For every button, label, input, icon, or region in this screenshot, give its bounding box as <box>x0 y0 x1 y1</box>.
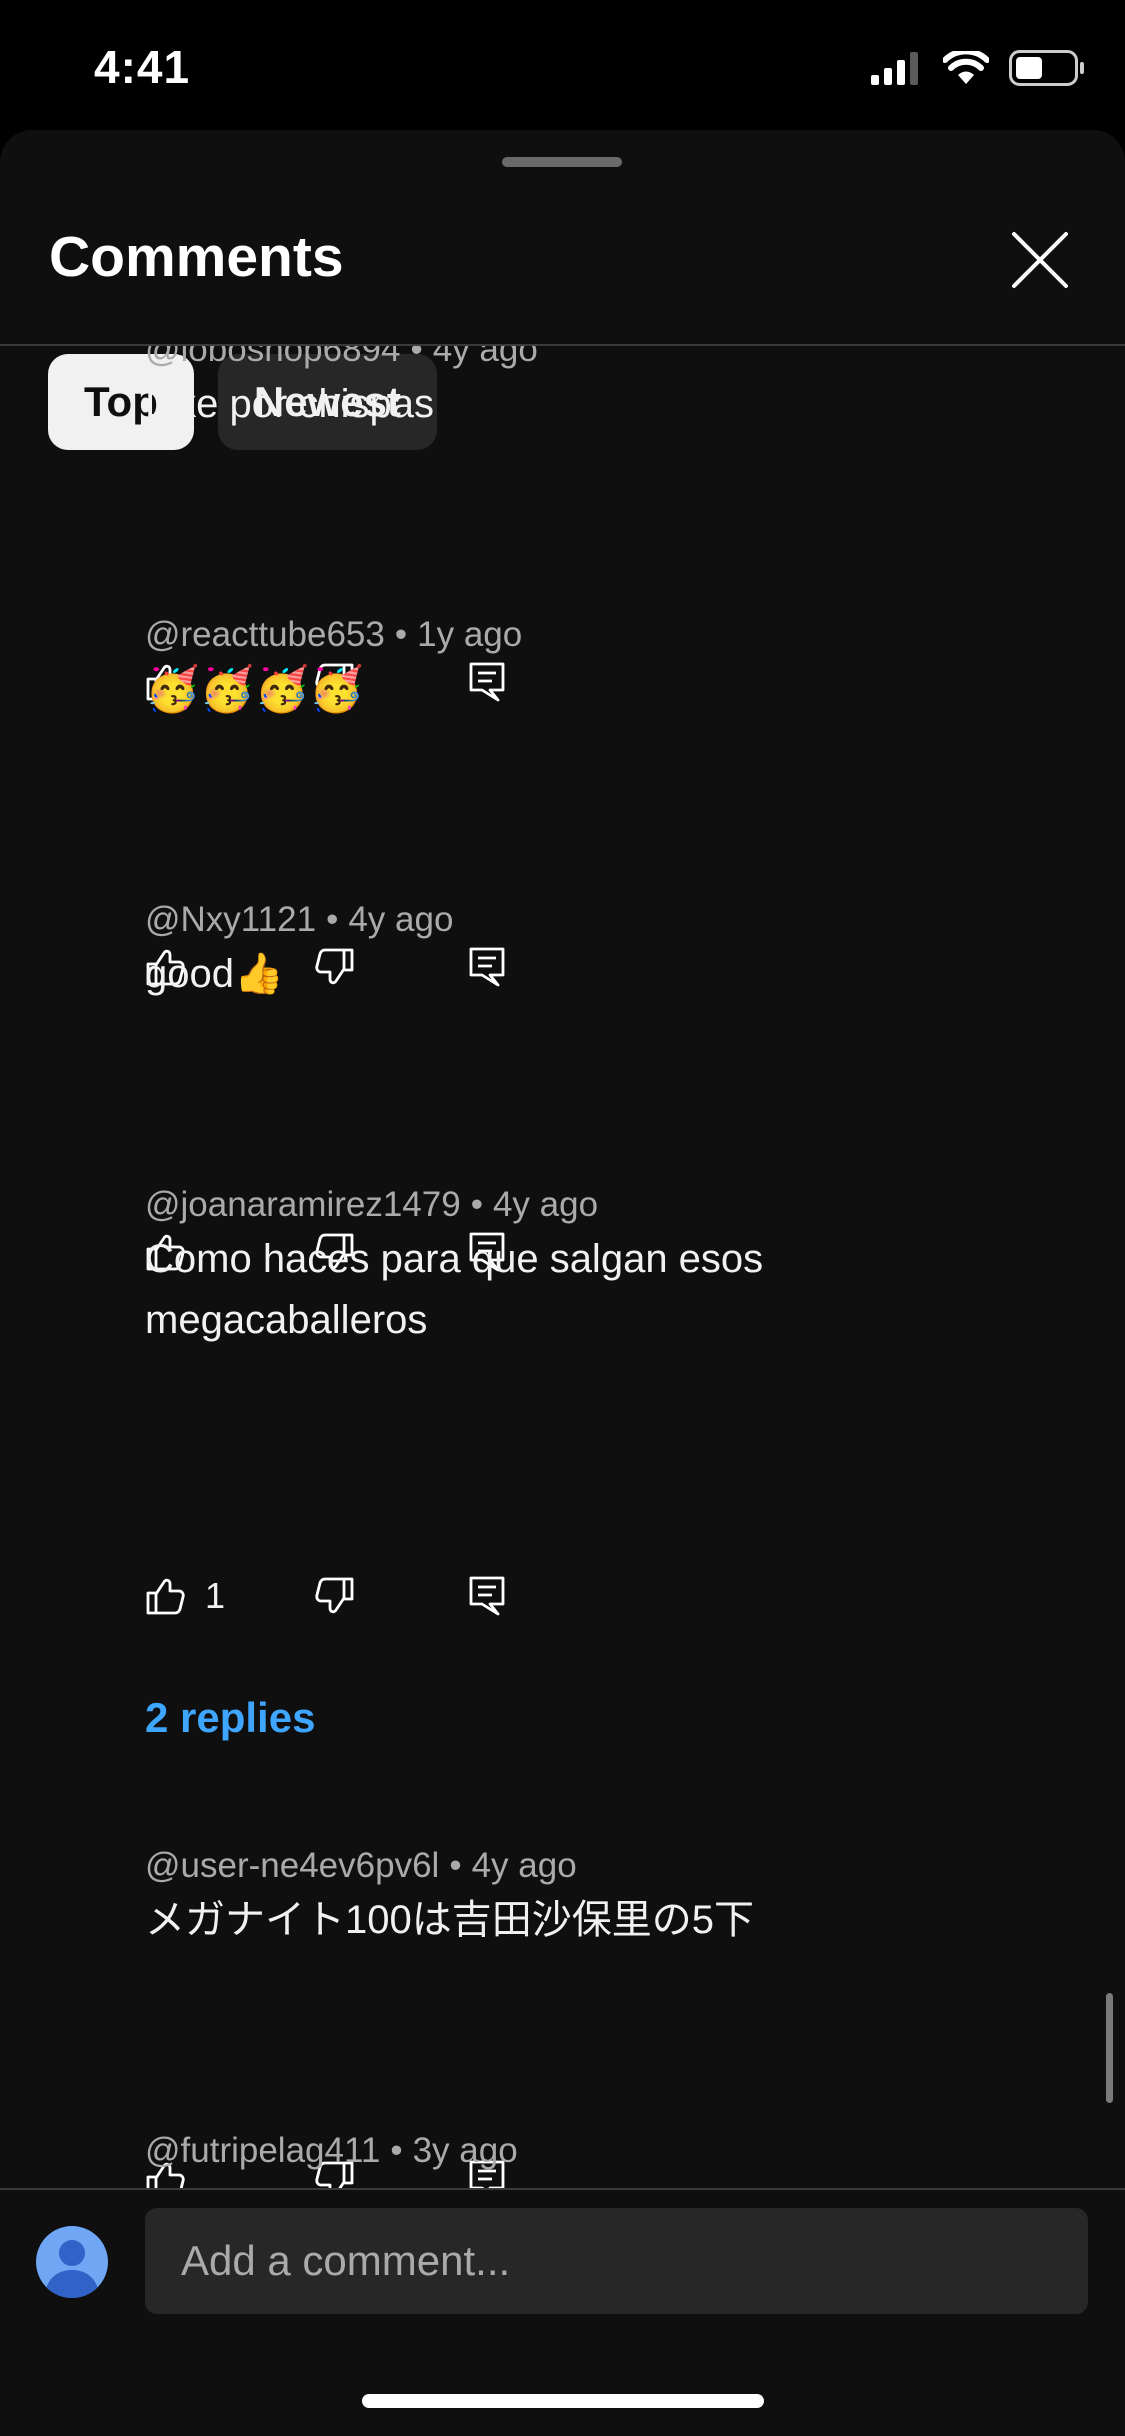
comment-item: @user-ne4ev6pv6l • 4y ago メガナイト100は吉田沙保里の5… <box>145 1846 1065 1951</box>
comment-text: 🥳🥳🥳🥳 <box>145 665 365 714</box>
comment-item: @futripelag411 • 3y ago <box>145 2131 518 2170</box>
comment-age: 4y ago <box>432 346 538 369</box>
comment-author[interactable]: @user-ne4ev6pv6l <box>145 1846 439 1885</box>
close-button[interactable] <box>1004 224 1076 296</box>
comment-author[interactable]: @joanaramirez1479 <box>145 1185 461 1224</box>
reply-icon <box>469 1576 505 1616</box>
avatar[interactable] <box>36 2226 108 2298</box>
comment-item: @loboshop6894 • 4y ago Like por chispas <box>145 346 1065 435</box>
sheet-grabber-handle[interactable] <box>502 157 622 167</box>
comment-item: @Nxy1121 • 4y ago good👍 <box>145 900 1065 1005</box>
comment-text: Like por chispas <box>145 382 435 426</box>
comment-author[interactable]: @Nxy1121 <box>145 900 316 939</box>
comment-actions: 1 <box>145 1566 506 1626</box>
comment-author[interactable]: @futripelag411 <box>145 2131 380 2170</box>
comment-text: メガナイト100は吉田沙保里の5下 <box>145 1898 754 1942</box>
comment-composer <box>0 2190 1125 2314</box>
reply-button[interactable] <box>468 1575 506 1617</box>
status-bar: 4:41 <box>0 0 1125 135</box>
comment-item: @reacttube653 • 1y ago 🥳🥳🥳🥳 <box>145 615 1065 720</box>
home-indicator <box>362 2394 764 2408</box>
battery-icon <box>1009 49 1085 91</box>
comment-author[interactable]: @loboshop6894 <box>145 346 400 369</box>
comment-list[interactable]: @loboshop6894 • 4y ago Like por chispas @r… <box>0 346 1125 2188</box>
thumbs-up-icon <box>146 1578 185 1615</box>
add-comment-input[interactable] <box>145 2208 1088 2314</box>
comment-age: 4y ago <box>348 900 454 939</box>
dislike-button[interactable] <box>315 1576 468 1616</box>
like-count: 1 <box>205 1575 226 1616</box>
close-icon <box>1012 232 1068 288</box>
wifi-icon <box>942 47 990 90</box>
comment-age: 1y ago <box>417 615 523 654</box>
thumbs-down-icon <box>315 1577 354 1614</box>
comment-age: 4y ago <box>492 1185 599 1224</box>
status-time: 4:41 <box>94 41 191 93</box>
user-avatar-icon <box>44 2240 100 2298</box>
comment-item: @joanaramirez1479 • 4y ago Como haces para… <box>145 1185 1065 1351</box>
comment-text: Como haces para que salgan esos megacaba… <box>145 1237 764 1342</box>
comment-age: 4y ago <box>471 1846 577 1885</box>
comment-age: 3y ago <box>412 2131 518 2170</box>
comment-author[interactable]: @reacttube653 <box>145 615 385 654</box>
sheet-title: Comments <box>49 225 344 289</box>
signal-icon <box>871 51 923 90</box>
like-button[interactable]: 1 <box>145 1575 315 1617</box>
scrollbar-thumb[interactable] <box>1106 1993 1113 2103</box>
comment-text: good👍 <box>145 952 284 996</box>
view-replies-link[interactable]: 2 replies <box>145 1694 315 1742</box>
